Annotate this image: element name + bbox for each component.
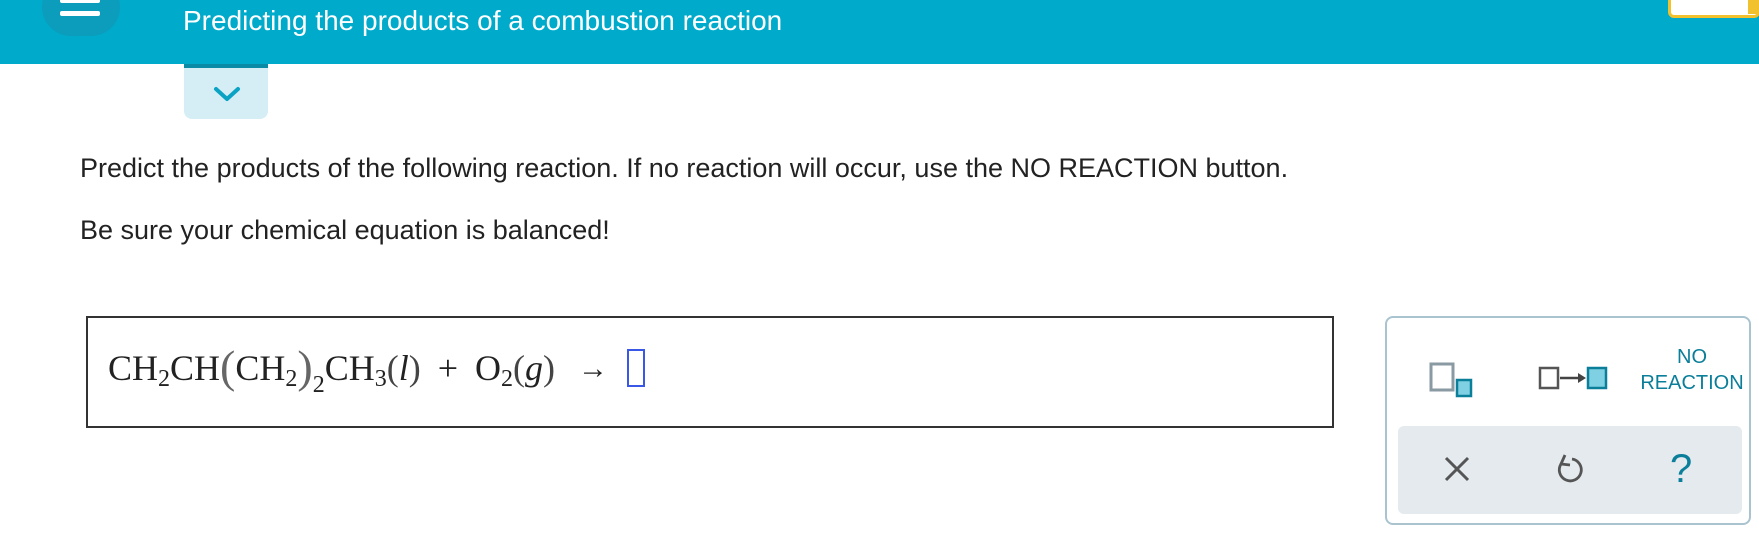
state-label: g <box>525 348 544 388</box>
chemical-equation: CH2CH(CH2)2CH3(l) + O2(g) → <box>108 340 646 398</box>
state-open-paren: ( <box>386 348 399 388</box>
help-button[interactable]: ? <box>1632 426 1732 514</box>
product-input-slot[interactable] <box>627 348 646 387</box>
box-arrow-box-icon <box>1538 366 1608 390</box>
formula-part: O <box>475 348 502 388</box>
formula-part: CH <box>108 348 159 388</box>
state-close-paren: ) <box>408 348 421 388</box>
collapse-toggle-button[interactable] <box>184 64 268 119</box>
action-bar: ? <box>1398 426 1742 514</box>
state-open-paren: ( <box>513 348 526 388</box>
no-reaction-button[interactable]: NO REACTION <box>1637 344 1747 414</box>
subscript-button[interactable] <box>1427 352 1491 408</box>
equation-answer-area[interactable]: CH2CH(CH2)2CH3(l) + O2(g) → <box>86 316 1334 428</box>
no-reaction-label-line2: REACTION <box>1640 372 1744 394</box>
formula-part: CH <box>235 348 286 388</box>
equation-toolbar: NO REACTION ? <box>1385 316 1751 525</box>
formula-subscript: 2 <box>501 366 514 392</box>
top-bar: Predicting the products of a combustion … <box>0 0 1759 64</box>
reaction-arrow-button[interactable] <box>1530 352 1620 408</box>
plus-sign: + <box>437 348 459 388</box>
status-indicator-edge <box>1748 0 1759 14</box>
question-note: Be sure your chemical equation is balanc… <box>80 215 610 245</box>
state-label: l <box>398 348 409 388</box>
question-mark-icon: ? <box>1670 447 1693 491</box>
menu-icon[interactable] <box>42 0 120 36</box>
group-close-paren: ) <box>297 341 313 392</box>
question-instructions: Predict the products of the following re… <box>80 153 1289 183</box>
group-open-paren: ( <box>220 341 236 392</box>
formula-part: CH <box>324 348 375 388</box>
formula-subscript: 2 <box>158 366 171 392</box>
close-icon <box>1444 456 1470 482</box>
clear-button[interactable] <box>1408 426 1508 514</box>
chevron-down-icon <box>214 87 240 101</box>
status-indicator[interactable] <box>1668 0 1759 18</box>
no-reaction-label-line1: NO <box>1677 346 1707 368</box>
page-title: Predicting the products of a combustion … <box>183 5 783 36</box>
formula-subscript: 2 <box>285 366 298 392</box>
formula-subscript: 3 <box>374 366 387 392</box>
reaction-arrow: → <box>578 352 609 385</box>
subscript-icon <box>1429 362 1473 398</box>
state-close-paren: ) <box>543 348 556 388</box>
undo-button[interactable] <box>1520 426 1620 514</box>
group-subscript: 2 <box>312 372 325 398</box>
formula-part: CH <box>170 348 221 388</box>
undo-icon <box>1557 454 1583 483</box>
